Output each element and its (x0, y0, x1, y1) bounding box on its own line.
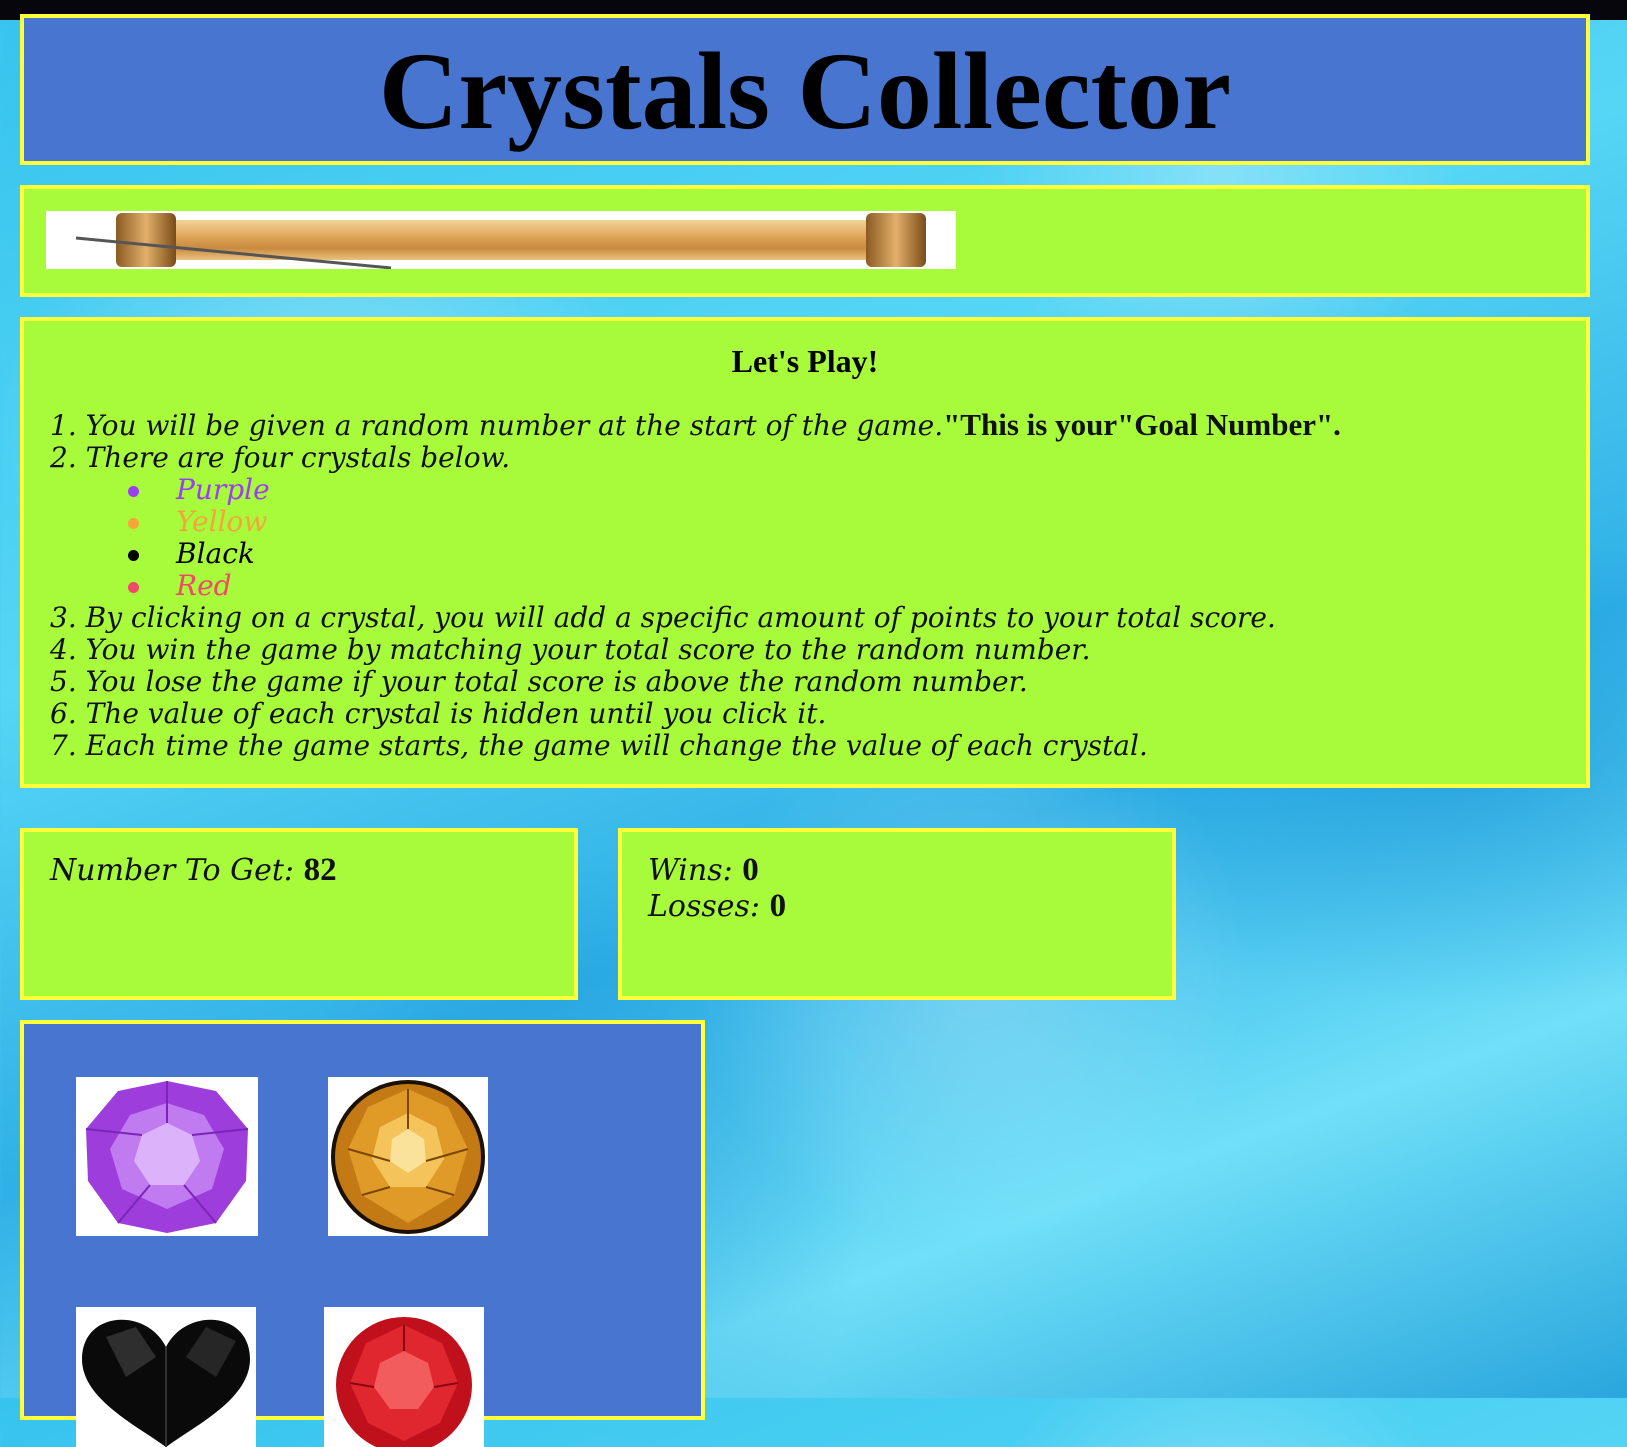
color-item-purple: Purple (50, 474, 1341, 506)
red-crystal-button[interactable] (324, 1307, 484, 1447)
rule-7: 7. Each time the game starts, the game w… (50, 729, 1148, 762)
color-label-yellow: Yellow (176, 505, 268, 538)
color-label-purple: Purple (176, 473, 270, 506)
black-crystal-button[interactable] (76, 1307, 256, 1447)
wins-label: Wins: (648, 853, 733, 888)
color-label-red: Red (176, 569, 232, 602)
purple-crystal-icon (85, 1081, 249, 1233)
instructions-panel: Let's Play! 1. You will be given a rando… (20, 317, 1590, 788)
purple-crystal-button[interactable] (76, 1077, 258, 1236)
bullet-icon (128, 518, 139, 529)
rule-1: 1. You will be given a random number at … (50, 409, 1341, 442)
color-item-black: Black (50, 538, 1341, 570)
yellow-crystal-button[interactable] (328, 1077, 488, 1236)
score-panel: Wins: 0 Losses: 0 (618, 828, 1176, 1000)
crystals-panel (20, 1020, 705, 1447)
wins-stat: Wins: 0 (648, 852, 759, 889)
bullet-icon (128, 486, 139, 497)
wins-value: 0 (742, 852, 759, 888)
color-label-black: Black (176, 537, 255, 570)
yellow-crystal-icon (331, 1080, 485, 1234)
instructions-heading: Let's Play! (731, 343, 879, 379)
rules-list: 1. You will be given a random number at … (50, 409, 1341, 762)
target-value: 82 (303, 852, 337, 888)
goal-number-note: "This is your"Goal Number". (943, 407, 1341, 442)
page-title: Crystals Collector (378, 30, 1232, 152)
rule-5: 5. You lose the game if your total score… (50, 665, 1028, 698)
rule-6: 6. The value of each crystal is hidden u… (50, 697, 827, 730)
color-item-yellow: Yellow (50, 506, 1341, 538)
red-crystal-icon (336, 1317, 472, 1447)
losses-stat: Losses: 0 (648, 888, 786, 925)
rule-3: 3. By clicking on a crystal, you will ad… (50, 601, 1276, 634)
black-crystal-icon (82, 1319, 250, 1447)
losses-label: Losses: (648, 889, 761, 924)
scroll-banner-image (46, 211, 956, 269)
losses-value: 0 (769, 888, 787, 924)
color-item-red: Red (50, 570, 1341, 602)
rule-2: 2. There are four crystals below. (50, 441, 511, 474)
header: Crystals Collector (20, 14, 1590, 165)
target-label: Number To Get: (50, 853, 295, 888)
bullet-icon (128, 550, 139, 561)
banner-panel (20, 185, 1590, 297)
crystal-color-list: Purple Yellow Black Red (50, 474, 1341, 602)
rule-4: 4. You win the game by matching your tot… (50, 633, 1091, 666)
rule-1-text: 1. You will be given a random number at … (50, 409, 944, 442)
target-number: Number To Get: 82 (50, 852, 337, 889)
bullet-icon (128, 582, 139, 593)
target-panel: Number To Get: 82 (20, 828, 578, 1000)
